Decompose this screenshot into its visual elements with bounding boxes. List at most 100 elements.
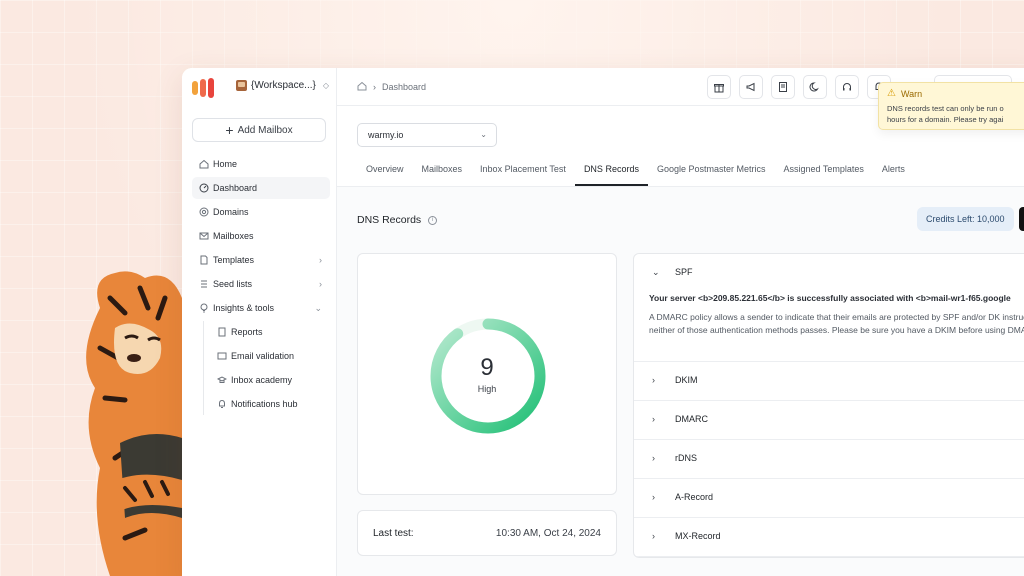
sidebar-item-reports[interactable]: Reports [214, 321, 330, 343]
breadcrumb-separator: › [373, 82, 376, 92]
section-title: DNS Records i [357, 214, 438, 226]
sidebar-item-label: Insights & tools [213, 303, 275, 313]
tab-alerts[interactable]: Alerts [873, 158, 914, 186]
breadcrumb: › Dashboard [357, 81, 426, 93]
sidebar-item-label: Templates [213, 255, 255, 265]
gift-button[interactable] [707, 75, 731, 99]
sidebar: {Workspace...} ◇ + Add Mailbox Home Dash… [182, 68, 337, 576]
record-name: rDNS [675, 453, 697, 463]
sidebar-item-home[interactable]: Home [192, 153, 330, 175]
credits-label: Credits Left: 10,000 [926, 214, 1005, 224]
chevron-right-icon[interactable]: › [652, 453, 655, 463]
topbar-icons [707, 75, 899, 99]
chevron-right-icon[interactable]: › [652, 531, 655, 541]
warning-message-line: DNS records test can only be run o [887, 104, 1004, 113]
bell-icon [216, 399, 227, 410]
chevron-down-icon[interactable]: ⌄ [652, 267, 660, 278]
run-test-button[interactable] [1019, 207, 1024, 231]
warning-toast[interactable]: ⚠ Warn DNS records test can only be run … [878, 82, 1024, 130]
sidebar-item-email-validation[interactable]: Email validation [214, 345, 330, 367]
sidebar-item-label: Seed lists [213, 279, 253, 289]
app-window: {Workspace...} ◇ + Add Mailbox Home Dash… [182, 68, 1024, 576]
docs-button[interactable] [771, 75, 795, 99]
sidebar-item-label: Reports [231, 327, 263, 337]
mail-icon [198, 231, 209, 242]
workspace-switcher[interactable]: {Workspace...} ◇ [236, 80, 329, 91]
sidebar-item-label: Inbox academy [231, 375, 293, 385]
dns-record-a-record[interactable]: › A-Record [634, 479, 1024, 518]
sidebar-item-mailboxes[interactable]: Mailboxes [192, 225, 330, 247]
sidebar-item-templates[interactable]: Templates › [192, 249, 330, 271]
dns-score-card: 9 High [357, 253, 617, 495]
chevron-right-icon: › [319, 255, 322, 265]
record-name: MX-Record [675, 531, 721, 541]
info-icon[interactable]: i [428, 215, 438, 225]
workspace-avatar [236, 80, 247, 91]
chevron-right-icon[interactable]: › [652, 492, 655, 502]
record-name: DMARC [675, 414, 708, 424]
sidebar-item-label: Email validation [231, 351, 295, 361]
tab-assigned-templates[interactable]: Assigned Templates [775, 158, 873, 186]
brand-logo[interactable] [192, 78, 216, 98]
logo-bar [192, 81, 198, 95]
at-icon [198, 207, 209, 218]
last-test-value: 10:30 AM, Oct 24, 2024 [495, 527, 601, 539]
announcements-button[interactable] [739, 75, 763, 99]
dns-record-mx-record[interactable]: › MX-Record [634, 518, 1024, 557]
warning-title-text: Warn [900, 88, 923, 99]
tab-inbox-placement-test[interactable]: Inbox Placement Test [471, 158, 575, 186]
lightbulb-icon [198, 303, 209, 314]
credits-badge: Credits Left: 10,000 [917, 207, 1014, 231]
chevron-right-icon[interactable]: › [652, 414, 655, 424]
logo-bar [200, 79, 206, 97]
main-content: warmy.io ⌄ Overview Mailboxes Inbox Plac… [337, 106, 1024, 576]
tab-bar: Overview Mailboxes Inbox Placement Test … [357, 158, 914, 186]
report-icon [216, 327, 227, 338]
sidebar-item-label: Mailboxes [213, 231, 254, 241]
warning-title: ⚠ Warn [887, 88, 1024, 99]
dns-record-spf[interactable]: ⌄ SPF Your server <b>209.85.221.65</b> i… [634, 254, 1024, 362]
chevron-right-icon: › [319, 279, 322, 289]
chevron-right-icon[interactable]: › [652, 375, 655, 385]
support-button[interactable] [835, 75, 859, 99]
sidebar-item-seed-lists[interactable]: Seed lists › [192, 273, 330, 295]
theme-toggle-button[interactable] [803, 75, 827, 99]
record-name: A-Record [675, 492, 714, 502]
section-title-text: DNS Records [357, 214, 422, 226]
domain-select[interactable]: warmy.io ⌄ [357, 123, 497, 147]
sidebar-item-label: Notifications hub [231, 399, 298, 409]
tab-google-postmaster-metrics[interactable]: Google Postmaster Metrics [648, 158, 775, 186]
tab-mailboxes[interactable]: Mailboxes [413, 158, 472, 186]
sidebar-item-domains[interactable]: Domains [192, 201, 330, 223]
sidebar-item-label: Home [213, 159, 238, 169]
domain-select-value: warmy.io [368, 130, 404, 140]
sidebar-item-label: Domains [213, 207, 249, 217]
sidebar-item-notifications-hub[interactable]: Notifications hub [214, 393, 330, 415]
last-test-label: Last test: [373, 527, 414, 539]
sidebar-item-dashboard[interactable]: Dashboard [192, 177, 330, 199]
warning-message-line: hours for a domain. Please try agai [887, 115, 1004, 124]
dns-record-dkim[interactable]: › DKIM [634, 362, 1024, 401]
sidebar-item-label: Dashboard [213, 183, 258, 193]
tab-overview[interactable]: Overview [357, 158, 413, 186]
dns-record-rdns[interactable]: › rDNS [634, 440, 1024, 479]
score-label: High [477, 384, 497, 394]
document-icon [198, 255, 209, 266]
gift-icon [714, 84, 724, 93]
dns-record-dmarc[interactable]: › DMARC [634, 401, 1024, 440]
score-value: 9 [480, 354, 494, 381]
chevron-down-icon: ⌄ [314, 302, 322, 313]
dashboard-icon [198, 183, 209, 194]
home-icon[interactable] [357, 81, 367, 93]
graduation-cap-icon [216, 375, 227, 386]
add-mailbox-button[interactable]: + Add Mailbox [192, 118, 326, 142]
mail-check-icon [216, 351, 227, 362]
plus-icon: + [225, 122, 234, 138]
book-icon [779, 82, 787, 92]
tab-dns-records[interactable]: DNS Records [574, 158, 648, 186]
sidebar-item-insights-tools[interactable]: Insights & tools ⌄ [192, 297, 330, 319]
sidebar-item-inbox-academy[interactable]: Inbox academy [214, 369, 330, 391]
sidebar-nav: Home Dashboard Domains Mailboxes Templat… [192, 153, 330, 417]
record-name: DKIM [675, 375, 698, 385]
home-icon [198, 159, 209, 170]
